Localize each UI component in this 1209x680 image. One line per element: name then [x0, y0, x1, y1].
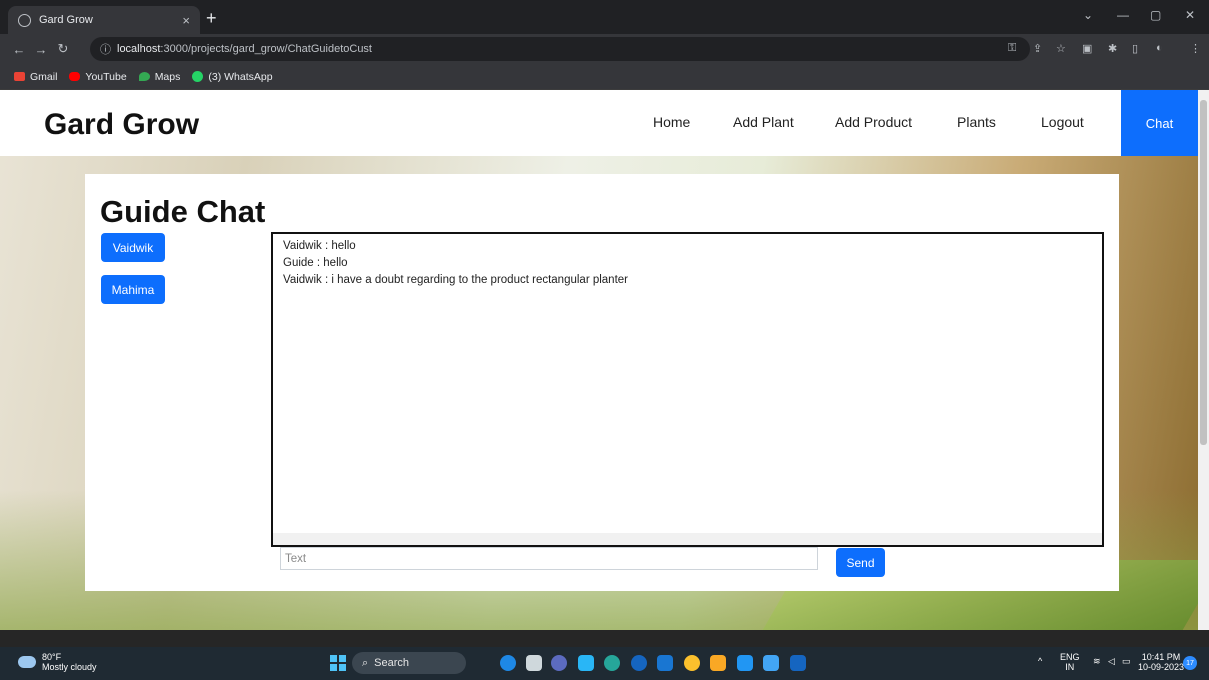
search-label: Search [374, 657, 410, 669]
browser-toolbar: ← → ↻ ⓘ localhost:3000/projects/gard_gro… [0, 34, 1209, 64]
close-window-icon[interactable]: ✕ [1185, 8, 1195, 22]
chat-card: Guide Chat Vaidwik Mahima Vaidwik : hell… [85, 174, 1119, 591]
windows-taskbar: 80°F Mostly cloudy ⌕ Search ^ ENG IN ≋ ◁… [0, 630, 1209, 680]
nav-home[interactable]: Home [653, 114, 690, 130]
nav-add-product[interactable]: Add Product [835, 114, 912, 130]
site-brand[interactable]: Gard Grow [44, 108, 199, 142]
chat-message: Vaidwik : i have a doubt regarding to th… [283, 274, 628, 286]
user-button-mahima[interactable]: Mahima [101, 275, 165, 304]
chat-message: Guide : hello [283, 257, 348, 269]
page-viewport: Gard Grow Home Add Plant Add Product Pla… [0, 90, 1198, 630]
star-icon[interactable]: ☆ [1056, 42, 1066, 55]
minimize-icon[interactable]: — [1117, 8, 1129, 22]
taskbar-top-strip [0, 630, 1209, 647]
notepad-icon[interactable] [763, 655, 779, 671]
menu-icon[interactable]: ⋮ [1190, 42, 1201, 55]
youtube-icon [69, 72, 81, 81]
notification-badge[interactable]: 17 [1183, 656, 1197, 670]
chrome-icon[interactable] [684, 655, 700, 671]
profile-icon[interactable]: ◐ [1156, 42, 1163, 54]
search-icon: ⌕ [362, 656, 369, 669]
temperature: 80°F [42, 652, 62, 662]
file-explorer-icon[interactable] [578, 655, 594, 671]
tab-search-icon[interactable]: ⌄ [1083, 8, 1093, 22]
user-button-vaidwik[interactable]: Vaidwik [101, 233, 165, 262]
send-button[interactable]: Send [836, 548, 885, 577]
weather-text: Mostly cloudy [42, 662, 97, 672]
whatsapp-icon [192, 71, 204, 82]
page-title: Guide Chat [100, 194, 266, 229]
extension-icon[interactable]: ▣ [1082, 42, 1092, 55]
task-view-icon[interactable] [526, 655, 542, 671]
forward-icon[interactable]: → [30, 42, 52, 57]
tab-title: Gard Grow [39, 14, 93, 26]
sidepanel-icon[interactable]: ▯ [1132, 42, 1138, 55]
bookmark-gmail[interactable]: Gmail [14, 71, 57, 83]
taskbar-search[interactable]: ⌕ Search [352, 652, 466, 674]
chat-message: Vaidwik : hello [283, 240, 356, 252]
nav-plants[interactable]: Plants [957, 114, 996, 130]
message-input[interactable] [280, 547, 818, 570]
battery-icon[interactable]: ▭ [1122, 656, 1131, 666]
tab-close-icon[interactable]: × [182, 13, 190, 28]
browser-tab[interactable]: Gard Grow × [8, 6, 200, 34]
gmail-icon [14, 72, 25, 81]
windows-start-icon[interactable] [330, 655, 346, 671]
bookmark-label: (3) WhatsApp [208, 70, 273, 83]
page-scrollbar[interactable] [1198, 90, 1209, 630]
bookmark-youtube[interactable]: YouTube [69, 70, 127, 83]
zoom-icon[interactable] [631, 655, 647, 671]
word-icon[interactable] [790, 655, 806, 671]
back-icon[interactable]: ← [8, 42, 30, 57]
globe-icon [18, 13, 31, 27]
url-host: localhost [117, 43, 161, 55]
language-indicator[interactable]: ENG IN [1060, 652, 1080, 672]
clock-time: 10:41 PM [1141, 652, 1181, 662]
nav-chat[interactable]: Chat [1121, 90, 1198, 156]
clock-date: 10-09-2023 [1138, 662, 1185, 672]
share-icon[interactable]: ⇪ [1033, 42, 1042, 55]
new-tab-button[interactable]: + [206, 8, 217, 29]
chat-messages[interactable]: Vaidwik : hello Guide : hello Vaidwik : … [271, 232, 1104, 547]
app-icon[interactable] [500, 655, 516, 671]
restore-icon[interactable]: ▢ [1150, 8, 1161, 22]
nav-add-plant[interactable]: Add Plant [733, 114, 794, 130]
cloud-icon [18, 656, 36, 668]
edge-icon[interactable] [604, 655, 620, 671]
bookmarks-bar: Gmail YouTube Maps (3) WhatsApp [0, 64, 1209, 90]
language-code: ENG [1060, 652, 1080, 662]
clock[interactable]: 10:41 PM 10-09-2023 [1138, 652, 1184, 672]
vscode-icon[interactable] [657, 655, 673, 671]
bookmark-whatsapp[interactable]: (3) WhatsApp [192, 70, 273, 83]
wifi-icon[interactable]: ≋ [1093, 656, 1101, 666]
reload-icon[interactable]: ↻ [52, 41, 74, 57]
key-icon[interactable]: ⚿ [1008, 42, 1016, 55]
bookmark-label: YouTube [85, 70, 127, 83]
puzzle-icon[interactable]: ✱ [1108, 42, 1117, 55]
store-icon[interactable] [737, 655, 753, 671]
chevron-up-icon[interactable]: ^ [1038, 656, 1042, 666]
teams-icon[interactable] [551, 655, 567, 671]
nav-logout[interactable]: Logout [1041, 114, 1084, 130]
info-icon[interactable]: ⓘ [100, 41, 111, 57]
region-code: IN [1065, 662, 1075, 672]
scrollbar-thumb[interactable] [1200, 100, 1207, 445]
address-bar[interactable]: ⓘ localhost:3000/projects/gard_grow/Chat… [90, 37, 1030, 61]
horizontal-scrollbar[interactable] [273, 533, 1102, 545]
volume-icon[interactable]: ◁ [1108, 656, 1115, 666]
tab-strip: Gard Grow × + ⌄ — ▢ ✕ [0, 0, 1209, 34]
folder-icon[interactable] [710, 655, 726, 671]
bookmark-label: Maps [154, 70, 181, 83]
url-path: :3000/projects/gard_grow/ChatGuidetoCust [160, 43, 372, 55]
site-navbar: Gard Grow Home Add Plant Add Product Pla… [0, 90, 1198, 156]
maps-icon [138, 72, 150, 81]
bookmark-maps[interactable]: Maps [138, 70, 181, 83]
weather-widget[interactable]: 80°F Mostly cloudy [18, 652, 97, 672]
bookmark-label: Gmail [30, 70, 58, 83]
